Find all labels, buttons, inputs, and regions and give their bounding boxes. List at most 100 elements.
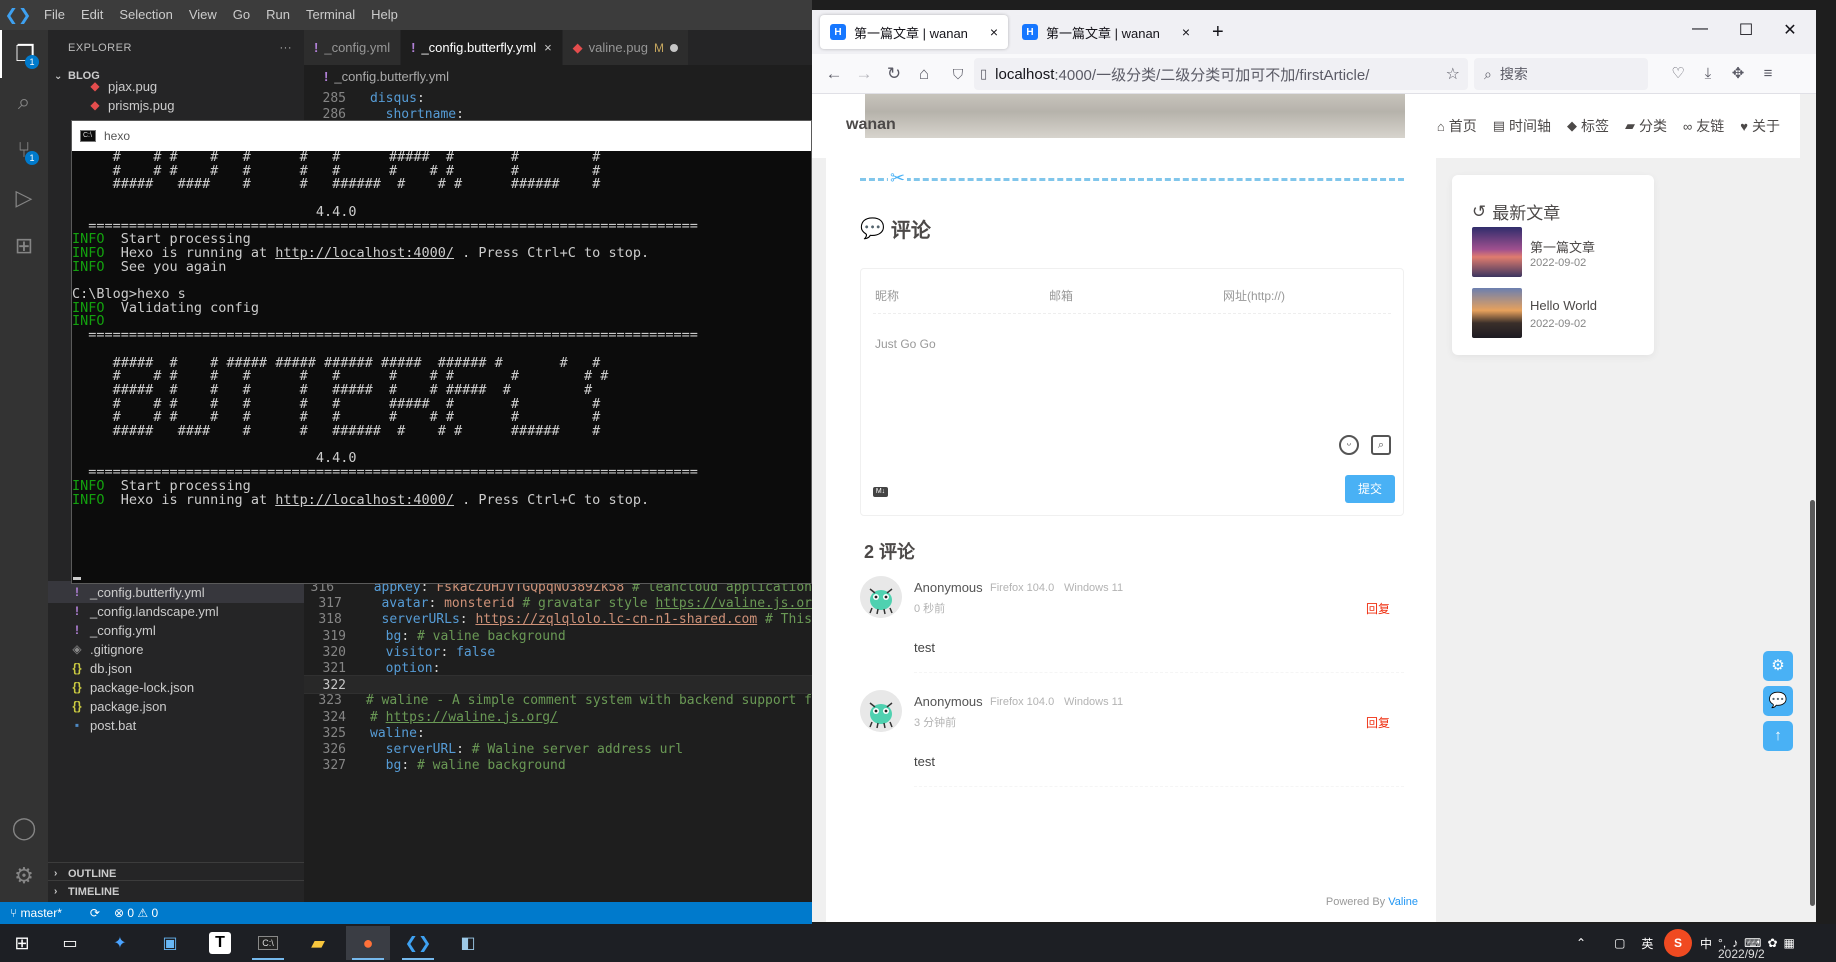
window-close-icon[interactable]: ✕ [1778,20,1802,40]
code-line[interactable]: 327 bg: # waline background [304,756,812,775]
file-tree-item[interactable]: ◆ prismjs.pug [48,94,304,116]
settings-gear-icon[interactable]: ⚙ [1763,651,1793,681]
recent-post-title[interactable]: 第一篇文章 [1530,237,1595,256]
search-icon[interactable]: ⌕ [0,78,48,126]
back-arrow-icon[interactable]: ← [822,63,846,85]
menu-selection[interactable]: Selection [111,0,180,30]
pocket-icon[interactable]: ♡ [1666,63,1690,85]
timeline-section[interactable]: › TIMELINE [48,880,304,902]
menu-file[interactable]: File [36,0,73,30]
browser-tab-2[interactable]: H 第一篇文章 | wanan × [1012,15,1200,49]
browser-tab-1[interactable]: H 第一篇文章 | wanan × [820,15,1008,49]
tab-config-yml[interactable]: ! _config.yml [304,30,402,65]
run-debug-icon[interactable]: ▷ [0,174,48,222]
nav-categories[interactable]: ▰ 分类 [1625,116,1667,136]
shield-icon[interactable]: ⛉ [946,63,970,85]
email-input[interactable]: 邮箱 [1049,287,1073,304]
ime-lang-indicator[interactable]: 英 [1641,935,1653,952]
page-scrollbar-thumb[interactable] [1810,500,1815,906]
comment-textarea[interactable]: Just Go Go [875,337,936,351]
new-tab-plus-icon[interactable]: + [1212,22,1224,42]
terminal-link[interactable]: http://localhost:4000/ [275,245,454,261]
terminal-output[interactable]: # # # # # # # ##### # # # # # # # # # # … [72,151,813,583]
tab-config-butterfly-yml[interactable]: ! _config.butterfly.yml × [401,30,563,65]
breadcrumb-file[interactable]: _config.butterfly.yml [334,69,449,84]
vscode-app-icon[interactable]: ❮❯ [396,926,440,960]
terminal-titlebar[interactable]: C:\ hexo [72,121,811,151]
windows-start-icon[interactable]: ⊞ [0,926,44,960]
explorer-more-button[interactable]: ··· [280,42,293,54]
emoji-icon[interactable]: ᵕ [1339,435,1359,455]
feishu-app-icon[interactable]: ✦ [98,926,142,960]
post-thumbnail[interactable] [1472,288,1522,338]
post-thumbnail[interactable] [1472,227,1522,277]
nav-home[interactable]: ⌂ 首页 [1437,116,1477,136]
search-bar[interactable]: ⌕ 搜索 [1474,58,1648,90]
markdown-icon[interactable]: M↓ [873,487,888,497]
file-explorer-icon[interactable]: ▰ [296,926,340,960]
nickname-input[interactable]: 昵称 [875,287,899,304]
recent-post-title[interactable]: Hello World [1530,298,1597,313]
notes-app-icon[interactable]: ◧ [446,926,490,960]
preview-icon[interactable]: ⌕ [1371,435,1391,455]
home-icon[interactable]: ⌂ [912,63,936,85]
tab-close-icon[interactable]: × [1182,24,1190,40]
ime-skin-icon[interactable]: ✿ [1767,936,1777,950]
nav-timeline[interactable]: ▤ 时间轴 [1493,116,1551,136]
problems-status[interactable]: ⊗ 0 ⚠ 0 [114,906,158,920]
branch-status[interactable]: ⑂ master* [10,906,76,920]
hamburger-menu-icon[interactable]: ≡ [1756,63,1780,85]
bookmark-star-icon[interactable]: ☆ [1446,64,1460,84]
recent-post-item[interactable]: Hello World 2022-09-02 [1472,288,1642,340]
clock-date[interactable]: 2022/9/2 [1718,946,1765,962]
ime-chinese-icon[interactable]: 中 [1700,935,1712,952]
nav-about[interactable]: ♥ 关于 [1740,116,1780,136]
reload-icon[interactable]: ↻ [882,63,906,85]
menu-go[interactable]: Go [225,0,258,30]
unsaved-dot-icon[interactable] [669,43,678,52]
task-view-icon[interactable]: ▭ [48,926,92,960]
site-name[interactable]: wanan [846,116,896,134]
reply-button[interactable]: 回复 [1366,714,1390,731]
recent-post-item[interactable]: 第一篇文章 2022-09-02 [1472,227,1642,279]
tab-valine-pug[interactable]: ◆ valine.pug M [562,30,689,65]
source-control-icon[interactable]: ⑂ 1 [0,126,48,174]
nav-links[interactable]: ∞ 友链 [1683,116,1724,136]
explorer-icon[interactable]: ❐ 1 [0,30,48,78]
menu-run[interactable]: Run [258,0,298,30]
chevron-up-icon[interactable]: ⌃ [1576,936,1586,950]
sogou-icon[interactable]: S [1664,929,1692,957]
tab-close-icon[interactable]: × [544,40,552,55]
minimize-icon[interactable]: — [1688,20,1712,38]
tab-close-icon[interactable]: × [990,24,998,40]
file-tree-item[interactable]: ▪ post.bat [48,714,304,736]
valine-link[interactable]: Valine [1388,896,1418,908]
maximize-icon[interactable]: ☐ [1734,20,1758,40]
comments-jump-icon[interactable]: 💬 [1763,686,1793,716]
extensions-icon[interactable]: ⊞ [0,222,48,270]
menu-help[interactable]: Help [363,0,406,30]
back-to-top-icon[interactable]: ↑ [1763,721,1793,751]
downloads-icon[interactable]: ⤓ [1696,63,1720,85]
menu-edit[interactable]: Edit [73,0,111,30]
website-input[interactable]: 网址(http://) [1223,287,1285,304]
submit-button[interactable]: 提交 [1345,475,1395,503]
firefox-app-icon[interactable]: ● [346,926,390,960]
page-viewport[interactable]: wanan ⌂ 首页 ▤ 时间轴 ◆ 标签 ▰ 分类 ∞ 友链 ♥ 关于 ✂ 💬 评论 [812,94,1816,922]
terminal-window[interactable]: C:\ hexo # # # # # # # ##### # # # # # #… [71,120,812,584]
account-icon[interactable]: ◯ [0,804,48,852]
sync-icon[interactable]: ⟳ [90,906,100,920]
forward-arrow-icon[interactable]: → [852,63,876,85]
photos-app-icon[interactable]: ▣ [148,926,192,960]
ime-menu-icon[interactable]: ▦ [1784,936,1795,950]
terminal-link[interactable]: http://localhost:4000/ [275,492,454,508]
menu-terminal[interactable]: Terminal [298,0,363,30]
notification-icon[interactable]: ▢ [1614,936,1625,950]
cmd-app-icon[interactable]: C:\ [246,926,290,960]
reply-button[interactable]: 回复 [1366,600,1390,617]
menu-view[interactable]: View [181,0,225,30]
extensions-icon[interactable]: ✥ [1726,63,1750,85]
manage-gear-icon[interactable]: ⚙ [0,852,48,900]
nav-tags[interactable]: ◆ 标签 [1567,116,1609,136]
url-bar[interactable]: ▯ localhost:4000/一级分类/二级分类可加可不加/firstArt… [974,58,1468,90]
